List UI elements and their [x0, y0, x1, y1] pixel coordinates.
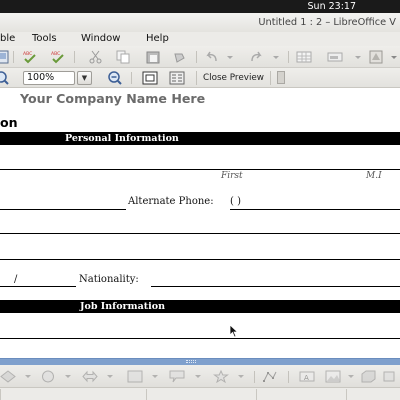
print-preview-toolbar: 100% ▼ Close Preview — [0, 68, 400, 88]
undo-icon[interactable] — [204, 50, 220, 64]
system-top-bar: Sun 23:17 — [0, 0, 400, 13]
stars-dropdown-icon[interactable] — [233, 370, 249, 383]
company-name: Your Company Name Here — [20, 91, 206, 106]
toolbar-separator — [131, 72, 132, 84]
menu-help[interactable]: Help — [146, 32, 169, 46]
nationality-line — [151, 286, 400, 287]
phone-line — [0, 209, 126, 210]
paste-icon[interactable] — [145, 50, 161, 64]
document-heading: on — [0, 115, 18, 130]
name-line — [0, 169, 400, 170]
drawing-toolbar-more-icon[interactable] — [382, 370, 398, 383]
toolbar-separator — [254, 371, 255, 383]
symbol-shapes-icon[interactable] — [40, 370, 56, 383]
full-screen-icon[interactable] — [142, 71, 158, 85]
standard-toolbar: ABC ABC — [0, 46, 400, 68]
block-arrows-dropdown-icon[interactable] — [102, 370, 118, 383]
toolbar-separator — [288, 371, 289, 383]
status-style-cell[interactable] — [146, 389, 256, 400]
extrusion-icon[interactable] — [360, 370, 376, 383]
toolbar-separator — [196, 51, 197, 63]
basic-shapes-dropdown-icon[interactable] — [20, 370, 36, 383]
mouse-cursor-icon — [229, 324, 239, 338]
redo-dropdown-icon[interactable] — [268, 50, 284, 64]
flowchart-dropdown-icon[interactable] — [147, 370, 163, 383]
fontwork-icon[interactable]: A — [299, 370, 315, 383]
toolbar-separator — [13, 51, 14, 63]
flowchart-icon[interactable] — [127, 370, 143, 383]
two-pages-icon[interactable] — [169, 71, 185, 85]
redo-icon[interactable] — [248, 50, 264, 64]
position-line — [0, 338, 400, 339]
menu-bar: ble Tools Window Help — [0, 32, 400, 46]
alternate-phone-parens: ( ) — [230, 196, 241, 207]
block-arrows-icon[interactable] — [82, 370, 98, 383]
menu-tools[interactable]: Tools — [32, 32, 57, 46]
svg-text:ABC: ABC — [23, 51, 32, 57]
svg-text:A: A — [304, 374, 309, 382]
zoom-level-input[interactable]: 100% — [23, 71, 75, 85]
basic-shapes-icon[interactable] — [0, 370, 16, 383]
nationality-label: Nationality: — [79, 274, 139, 285]
status-page-cell[interactable] — [0, 389, 146, 400]
undo-dropdown-icon[interactable] — [222, 50, 238, 64]
from-file-dropdown-icon[interactable] — [343, 370, 359, 383]
status-mode-cell[interactable] — [346, 389, 400, 400]
window-title: Untitled 1 : 2 – LibreOffice V — [258, 17, 396, 28]
section-bar-job: Job Information — [0, 300, 400, 313]
toolbar-more-icon[interactable] — [386, 50, 400, 64]
toolbar-separator — [74, 51, 75, 63]
menu-window[interactable]: Window — [81, 32, 120, 46]
svg-text:ABC: ABC — [51, 51, 60, 57]
spellcheck-icon[interactable]: ABC — [22, 50, 38, 64]
callouts-dropdown-icon[interactable] — [190, 370, 206, 383]
section-bar-personal: Personal Information — [0, 132, 400, 145]
zoom-in-icon[interactable] — [0, 71, 9, 85]
alternate-phone-label: Alternate Phone: — [128, 196, 214, 207]
page-preview-icon[interactable] — [0, 50, 10, 64]
system-clock[interactable]: Sun 23:17 — [308, 0, 356, 13]
drawing-toolbar: A — [0, 365, 400, 388]
city-line — [0, 259, 400, 260]
address-line — [0, 233, 400, 234]
zoom-out-icon[interactable] — [106, 71, 122, 85]
table-icon[interactable] — [296, 50, 312, 64]
menu-table[interactable]: ble — [0, 32, 15, 46]
stars-icon[interactable] — [213, 370, 229, 383]
close-preview-button[interactable]: Close Preview — [196, 71, 272, 85]
first-name-hint: First — [221, 171, 243, 181]
from-file-icon[interactable] — [325, 370, 341, 383]
callouts-icon[interactable] — [169, 370, 185, 383]
date-separator: / — [14, 274, 18, 285]
section-title-job: Job Information — [80, 301, 166, 312]
chart-dropdown-icon[interactable] — [350, 50, 366, 64]
points-icon[interactable] — [262, 370, 278, 383]
symbol-shapes-dropdown-icon[interactable] — [60, 370, 76, 383]
status-language-cell[interactable] — [256, 389, 346, 400]
copy-icon[interactable] — [115, 50, 131, 64]
zoom-dropdown-button[interactable]: ▼ — [77, 71, 92, 85]
clone-formatting-icon[interactable] — [172, 50, 188, 64]
window-splitter-bar[interactable] — [0, 358, 400, 365]
splitter-grip-icon[interactable] — [186, 360, 196, 363]
status-bar — [0, 388, 400, 400]
toolbar-separator — [288, 51, 289, 63]
section-title-personal: Personal Information — [65, 133, 179, 144]
middle-initial-hint: M.I — [366, 171, 382, 181]
cut-icon[interactable] — [88, 50, 104, 64]
alternate-phone-line — [230, 209, 400, 210]
chart-icon[interactable] — [327, 50, 343, 64]
chevron-down-icon: ▼ — [81, 74, 88, 82]
window-titlebar[interactable]: Untitled 1 : 2 – LibreOffice V — [0, 13, 400, 32]
date-line — [0, 286, 76, 287]
toolbar-overflow-button[interactable] — [277, 71, 285, 84]
show-draw-functions-icon[interactable] — [368, 50, 384, 64]
autospellcheck-icon[interactable]: ABC — [50, 50, 66, 64]
document-page: Your Company Name Here on Personal Infor… — [0, 88, 400, 358]
